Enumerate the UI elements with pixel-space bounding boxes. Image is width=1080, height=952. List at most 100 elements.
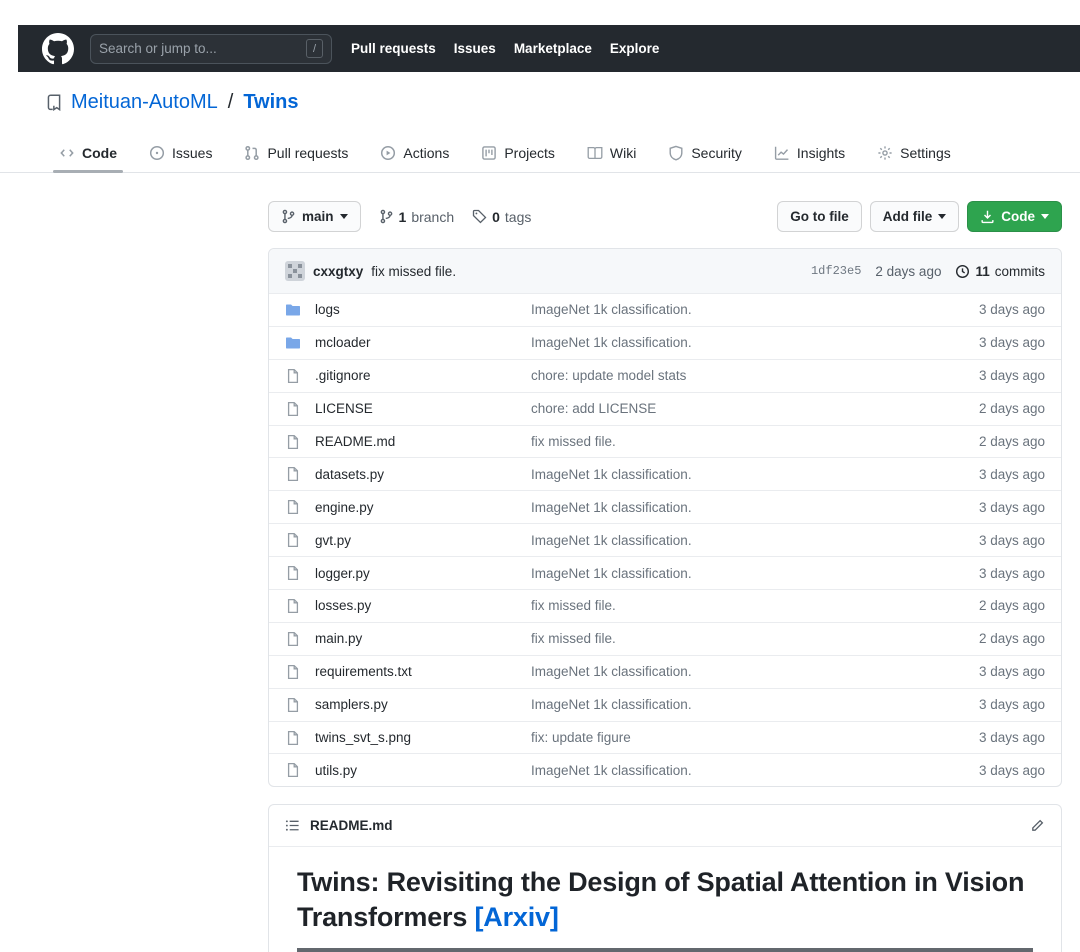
file-name-link[interactable]: utils.py	[315, 763, 531, 778]
arxiv-link[interactable]: [Arxiv]	[475, 902, 559, 932]
file-name-link[interactable]: samplers.py	[315, 697, 531, 712]
file-commit-time: 3 days ago	[978, 664, 1045, 680]
file-commit-message[interactable]: ImageNet 1k classification.	[531, 335, 935, 350]
code-button[interactable]: Code	[967, 201, 1062, 232]
tab-label: Actions	[403, 144, 450, 161]
github-logo-icon[interactable]	[42, 32, 74, 65]
file-row-license[interactable]: LICENSE chore: add LICENSE 2 days ago	[269, 391, 1061, 425]
tab-settings[interactable]: Settings	[864, 133, 964, 172]
file-row-readme-md[interactable]: README.md fix missed file. 2 days ago	[269, 424, 1061, 458]
commit-message[interactable]: fix missed file.	[371, 264, 456, 279]
tab-label: Wiki	[609, 144, 637, 161]
readme-card: README.md Twins: Revisiting the Design o…	[268, 804, 1062, 952]
file-commit-message[interactable]: ImageNet 1k classification.	[531, 566, 935, 581]
file-commit-time: 3 days ago	[978, 565, 1045, 581]
file-name-link[interactable]: .gitignore	[315, 368, 531, 383]
go-to-file-button[interactable]: Go to file	[777, 201, 862, 232]
project-icon	[481, 145, 497, 161]
tab-projects[interactable]: Projects	[468, 133, 568, 172]
file-icon	[285, 499, 301, 515]
branch-count[interactable]: 1 branch	[379, 208, 455, 225]
file-icon	[285, 368, 301, 384]
commit-author[interactable]: cxxgtxy	[313, 264, 363, 279]
file-name-link[interactable]: main.py	[315, 631, 531, 646]
file-row-engine-py[interactable]: engine.py ImageNet 1k classification. 3 da…	[269, 490, 1061, 523]
file-commit-message[interactable]: fix missed file.	[531, 631, 935, 646]
file-row-losses-py[interactable]: losses.py fix missed file. 2 days ago	[269, 589, 1061, 622]
file-row-utils-py[interactable]: utils.py ImageNet 1k classification. 3 day…	[269, 753, 1061, 786]
tab-issues[interactable]: Issues	[136, 133, 225, 172]
file-name-link[interactable]: mcloader	[315, 335, 531, 350]
file-name-link[interactable]: datasets.py	[315, 467, 531, 482]
count-label: tags	[504, 208, 532, 225]
file-row-twins-svt-s-png[interactable]: twins_svt_s.png fix: update figure 3 days …	[269, 720, 1061, 754]
tags-count[interactable]: 0 tags	[472, 209, 531, 225]
branch-name: main	[302, 209, 334, 224]
count-value: 1	[398, 208, 407, 225]
file-row-requirements-txt[interactable]: requirements.txt ImageNet 1k classificati…	[269, 654, 1061, 688]
tab-actions[interactable]: Actions	[367, 133, 462, 172]
file-commit-message[interactable]: fix: update figure	[531, 730, 935, 745]
commit-meta: 1df23e5 2 days ago 11 commits	[811, 264, 1045, 279]
file-row-datasets-py[interactable]: datasets.py ImageNet 1k classification. 3 …	[269, 457, 1061, 490]
count-label: branch	[411, 208, 455, 225]
shield-icon	[668, 145, 684, 161]
commits-history-link[interactable]: 11 commits	[955, 264, 1045, 279]
file-name-link[interactable]: README.md	[315, 434, 531, 449]
file-commit-message[interactable]: chore: add LICENSE	[531, 401, 935, 416]
nav-item-marketplace[interactable]: Marketplace	[514, 41, 592, 56]
nav-item-explore[interactable]: Explore	[610, 41, 660, 56]
nav-item-issues[interactable]: Issues	[454, 41, 496, 56]
tab-label: Projects	[504, 144, 555, 161]
search-input[interactable]: Search or jump to... /	[90, 33, 332, 64]
file-row-logger-py[interactable]: logger.py ImageNet 1k classification. 3 da…	[269, 556, 1061, 589]
file-row-gitignore[interactable]: .gitignore chore: update model stats 3 day…	[269, 358, 1061, 392]
file-row-mcloader[interactable]: mcloader ImageNet 1k classification. 3 day…	[269, 325, 1061, 359]
add-file-button[interactable]: Add file	[869, 201, 960, 232]
file-commit-time: 2 days ago	[978, 434, 1045, 449]
file-commit-message[interactable]: ImageNet 1k classification.	[531, 697, 935, 712]
commit-hash-link[interactable]: 1df23e5	[811, 264, 861, 278]
repo-name-link[interactable]: Twins	[243, 91, 298, 114]
file-name-link[interactable]: gvt.py	[315, 533, 531, 548]
file-row-logs[interactable]: logs ImageNet 1k classification. 3 days ag…	[269, 293, 1061, 326]
file-name-link[interactable]: engine.py	[315, 500, 531, 515]
file-commit-time: 3 days ago	[978, 762, 1045, 778]
global-nav: Pull requests Issues Marketplace Explore	[351, 41, 659, 56]
file-commit-message[interactable]: ImageNet 1k classification.	[531, 533, 935, 548]
file-commit-time: 2 days ago	[978, 598, 1045, 614]
file-commit-message[interactable]: chore: update model stats	[531, 368, 935, 383]
nav-item-pull-requests[interactable]: Pull requests	[351, 41, 436, 56]
file-commit-message[interactable]: ImageNet 1k classification.	[531, 664, 935, 679]
file-commit-time: 3 days ago	[978, 499, 1045, 515]
file-commit-time: 3 days ago	[978, 466, 1045, 482]
file-name-link[interactable]: LICENSE	[315, 401, 531, 416]
file-row-gvt-py[interactable]: gvt.py ImageNet 1k classification. 3 days …	[269, 523, 1061, 556]
file-name-link[interactable]: logs	[315, 302, 531, 317]
file-commit-time: 3 days ago	[978, 368, 1045, 384]
tab-code[interactable]: Code	[46, 133, 130, 173]
chevron-down-icon	[1041, 214, 1049, 219]
tab-security[interactable]: Security	[655, 133, 755, 172]
tab-insights[interactable]: Insights	[761, 133, 858, 172]
file-commit-message[interactable]: ImageNet 1k classification.	[531, 763, 935, 778]
file-name-link[interactable]: requirements.txt	[315, 664, 531, 679]
pull-request-icon	[244, 145, 260, 161]
file-name-link[interactable]: twins_svt_s.png	[315, 730, 531, 745]
file-commit-message[interactable]: ImageNet 1k classification.	[531, 500, 935, 515]
file-row-main-py[interactable]: main.py fix missed file. 2 days ago	[269, 621, 1061, 655]
file-commit-message[interactable]: ImageNet 1k classification.	[531, 302, 935, 317]
tab-wiki[interactable]: Wiki	[574, 133, 649, 172]
file-row-samplers-py[interactable]: samplers.py ImageNet 1k classification. 3 …	[269, 687, 1061, 721]
commit-author-avatar[interactable]	[285, 261, 305, 281]
repo-owner-link[interactable]: Meituan-AutoML	[71, 91, 218, 114]
file-commit-time: 2 days ago	[978, 631, 1045, 647]
file-commit-message[interactable]: ImageNet 1k classification.	[531, 467, 935, 482]
tab-pull-requests[interactable]: Pull requests	[231, 133, 361, 172]
file-commit-message[interactable]: fix missed file.	[531, 434, 935, 449]
file-commit-message[interactable]: fix missed file.	[531, 598, 935, 613]
branch-selector-button[interactable]: main	[268, 201, 361, 232]
pencil-icon[interactable]	[1030, 818, 1045, 833]
file-name-link[interactable]: losses.py	[315, 598, 531, 613]
file-name-link[interactable]: logger.py	[315, 566, 531, 581]
